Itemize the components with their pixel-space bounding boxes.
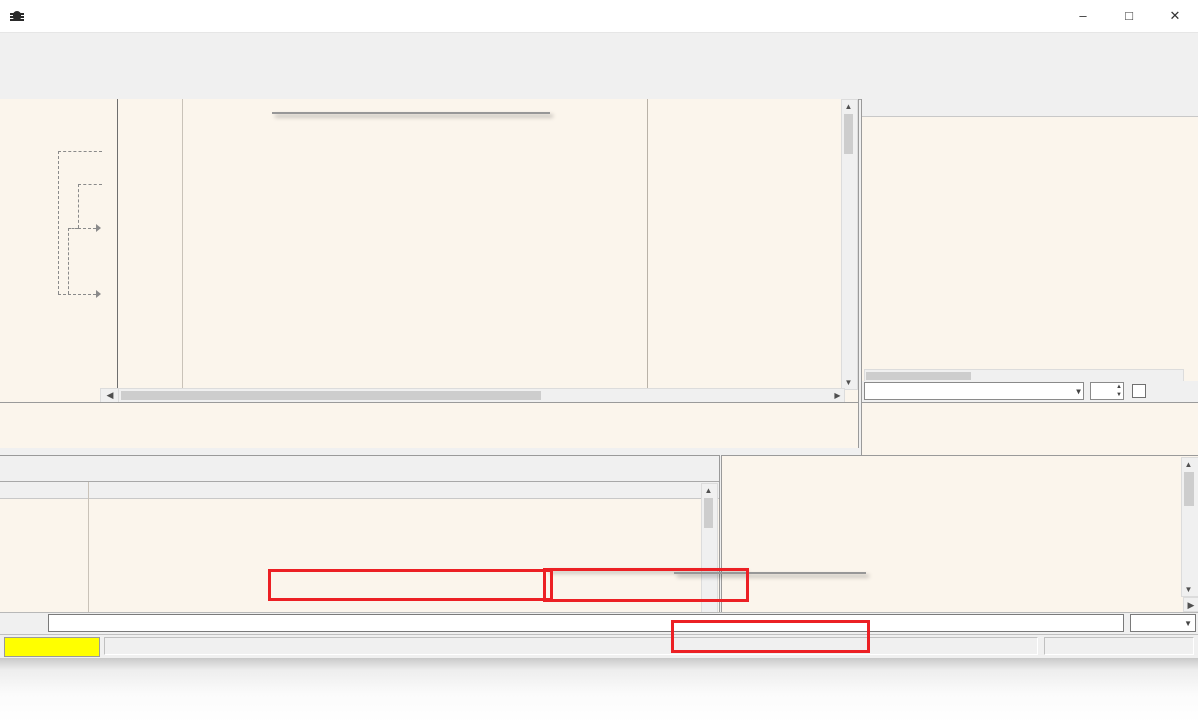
desktop-background [0,658,1198,723]
jump-line [78,228,96,229]
app-bug-icon [9,8,25,24]
disassembly-panel[interactable]: ▲▼ ◀ ▶ [0,99,859,402]
hide-fpu-button[interactable] [862,99,1198,117]
stack-hscroll-right-arrow[interactable]: ▶ [1183,597,1198,612]
toolbar [0,54,1198,77]
jump-line [68,228,78,229]
unlock-checkbox[interactable] [1132,384,1146,398]
jump-line [58,151,102,152]
disasm-vertical-scrollbar[interactable]: ▲▼ [841,99,858,390]
maximize-button[interactable]: □ [1106,0,1152,32]
app-window: – □ ✕ ▲▼ ◀ ▶ [0,0,1198,658]
statusbar [0,634,1198,659]
annotation-box-search [268,569,553,601]
status-message [104,637,1038,655]
column-separator [88,482,89,612]
stack-vertical-scrollbar[interactable]: ▲▼ [1181,457,1198,597]
close-button[interactable]: ✕ [1152,0,1198,32]
registers-list[interactable] [862,117,1182,368]
jump-arrow-icon [96,224,101,232]
jump-line [58,294,96,295]
stepper-arrows-icon: ▲▼ [1116,383,1122,399]
disasm-hscroll-left-arrow[interactable]: ◀ [100,388,120,402]
dump-tabbar [0,456,719,482]
chevron-down-icon: ▼ [1184,619,1192,628]
menubar [0,33,1198,54]
dump-table-header [0,482,719,499]
stack-panel[interactable]: ▲▼ ▶ [721,455,1198,613]
disasm-horizontal-scrollbar[interactable]: ▶ [118,388,845,402]
disasm-info-box [0,402,859,448]
chevron-down-icon: ▼ [1076,387,1081,396]
jump-arrow-icon [96,290,101,298]
column-separator [182,99,183,388]
debug-state-badge [4,637,100,657]
view-tabbar [0,76,1198,100]
jump-line [78,184,79,228]
arguments-panel[interactable] [861,402,1198,456]
gutter-separator [117,99,118,388]
debug-time [1044,637,1194,655]
arg-count-stepper[interactable]: ▲▼ [1090,382,1124,400]
command-input[interactable] [48,614,1124,632]
calling-convention-row: ▼ ▲▼ [862,381,1198,402]
titlebar: – □ ✕ [0,0,1198,33]
registers-panel: ▼ ▲▼ [861,99,1198,402]
command-profile-select[interactable]: ▼ [1130,614,1196,632]
jump-line [68,228,69,294]
minimize-button[interactable]: – [1060,0,1106,32]
calling-convention-select[interactable]: ▼ [864,382,1084,400]
annotation-box-region [543,568,749,602]
context-menu [272,112,550,114]
jump-line [58,151,59,294]
annotation-box-string [671,620,870,653]
command-bar: ▼ [0,612,1198,635]
column-separator [647,99,648,388]
jump-line [78,184,102,185]
